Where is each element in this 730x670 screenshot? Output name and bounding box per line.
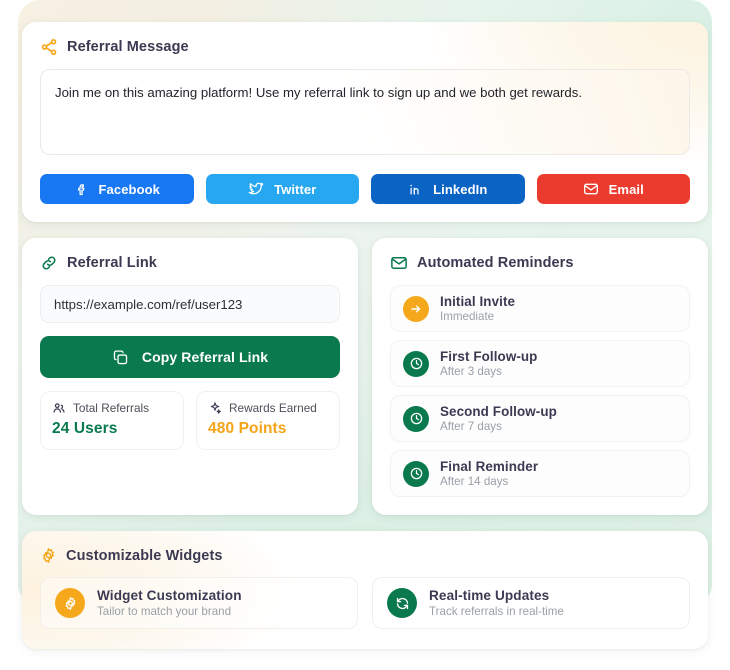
gear-icon: [40, 547, 57, 564]
reminder-texts: Second Follow-up After 7 days: [440, 404, 557, 433]
automated-reminders-card: Automated Reminders Initial Invite Immed…: [372, 238, 708, 515]
twitter-bird-icon: [248, 181, 264, 197]
stat-rewards-earned-label: Rewards Earned: [229, 401, 317, 415]
stat-rewards-earned-top: Rewards Earned: [208, 401, 328, 415]
envelope-icon: [583, 181, 599, 197]
clock-icon: [403, 405, 429, 432]
share-linkedin-button[interactable]: LinkedIn: [371, 174, 525, 204]
automated-reminders-header: Automated Reminders: [390, 254, 690, 272]
reminder-subtitle: Immediate: [440, 310, 495, 323]
widgets-row: Widget Customization Tailor to match you…: [40, 577, 690, 629]
reminder-title: First Follow-up: [440, 349, 538, 364]
share-twitter-button[interactable]: Twitter: [205, 174, 359, 204]
widget-title: Real-time Updates: [429, 588, 550, 603]
clock-icon: [403, 460, 429, 487]
refresh-icon: [387, 588, 417, 618]
widget-item-customization[interactable]: Widget Customization Tailor to match you…: [40, 577, 358, 629]
share-facebook-label: Facebook: [98, 181, 160, 197]
referral-message-header: Referral Message: [40, 38, 690, 56]
share-twitter-label: Twitter: [274, 181, 317, 197]
referral-stats-row: Total Referrals 24 Users Rewards Earned …: [40, 391, 340, 450]
share-buttons-row: Facebook Twitter LinkedIn Email: [40, 174, 690, 204]
stat-total-referrals-top: Total Referrals: [52, 401, 172, 415]
reminder-item-initial-invite[interactable]: Initial Invite Immediate: [390, 285, 690, 332]
sparkle-icon: [208, 401, 222, 415]
reminder-item-first-follow-up[interactable]: First Follow-up After 3 days: [390, 340, 690, 387]
copy-icon: [112, 349, 129, 366]
copy-referral-link-button[interactable]: Copy Referral Link: [40, 336, 340, 378]
reminder-subtitle: After 14 days: [440, 475, 509, 488]
referral-link-card: Referral Link Copy Referral Link: [22, 238, 358, 515]
reminder-item-second-follow-up[interactable]: Second Follow-up After 7 days: [390, 395, 690, 442]
customizable-widgets-title: Customizable Widgets: [66, 547, 223, 564]
referral-message-title: Referral Message: [67, 39, 189, 55]
stat-rewards-earned: Rewards Earned 480 Points: [196, 391, 340, 450]
reminder-subtitle: After 3 days: [440, 365, 502, 378]
stat-total-referrals-value: 24 Users: [52, 420, 118, 437]
clock-icon: [403, 350, 429, 377]
share-linkedin-label: LinkedIn: [433, 181, 488, 197]
link-chain-icon: [40, 254, 58, 272]
share-nodes-icon: [40, 38, 58, 56]
reminder-texts: First Follow-up After 3 days: [440, 349, 537, 378]
share-facebook-button[interactable]: Facebook: [40, 174, 194, 204]
customizable-widgets-card: Customizable Widgets Widget Customizatio…: [22, 531, 708, 649]
customizable-widgets-header: Customizable Widgets: [40, 547, 690, 564]
envelope-outline-icon: [390, 254, 408, 272]
reminder-title: Final Reminder: [440, 459, 539, 474]
arrow-right-icon: [403, 295, 429, 322]
reminder-title: Initial Invite: [440, 294, 516, 309]
reminder-title: Second Follow-up: [440, 404, 557, 419]
widget-subtitle: Tailor to match your brand: [97, 605, 232, 618]
reminder-subtitle: After 7 days: [440, 420, 502, 433]
referral-message-card: Referral Message Facebook: [22, 22, 708, 222]
widget-title: Widget Customization: [97, 588, 242, 603]
linkedin-icon: [408, 182, 423, 197]
stat-rewards-earned-value: 480 Points: [208, 420, 287, 437]
referral-url-input[interactable]: [40, 285, 340, 323]
gear-icon: [55, 588, 85, 618]
automated-reminders-title: Automated Reminders: [417, 255, 574, 271]
copy-referral-link-label: Copy Referral Link: [141, 349, 269, 365]
users-icon: [52, 401, 66, 415]
cards-stack: Referral Message Facebook: [22, 22, 708, 649]
reminder-item-final-reminder[interactable]: Final Reminder After 14 days: [390, 450, 690, 497]
referral-link-header: Referral Link: [40, 254, 340, 272]
widget-subtitle: Track referrals in real-time: [429, 605, 564, 618]
reminders-list: Initial Invite Immediate First Follow-up…: [390, 285, 690, 497]
share-email-button[interactable]: Email: [536, 174, 690, 204]
widget-texts: Real-time Updates Track referrals in rea…: [429, 588, 564, 618]
stat-total-referrals: Total Referrals 24 Users: [40, 391, 184, 450]
facebook-icon: [74, 182, 89, 197]
middle-row: Referral Link Copy Referral Link: [22, 238, 708, 515]
reminder-texts: Final Reminder After 14 days: [440, 459, 538, 488]
referral-dashboard-page: Referral Message Facebook: [0, 0, 730, 670]
referral-message-textarea[interactable]: [40, 69, 690, 155]
stat-total-referrals-label: Total Referrals: [73, 401, 150, 415]
share-email-label: Email: [608, 181, 644, 197]
widget-texts: Widget Customization Tailor to match you…: [97, 588, 242, 618]
referral-link-title: Referral Link: [67, 255, 157, 271]
widget-item-realtime-updates[interactable]: Real-time Updates Track referrals in rea…: [372, 577, 690, 629]
reminder-texts: Initial Invite Immediate: [440, 294, 515, 323]
